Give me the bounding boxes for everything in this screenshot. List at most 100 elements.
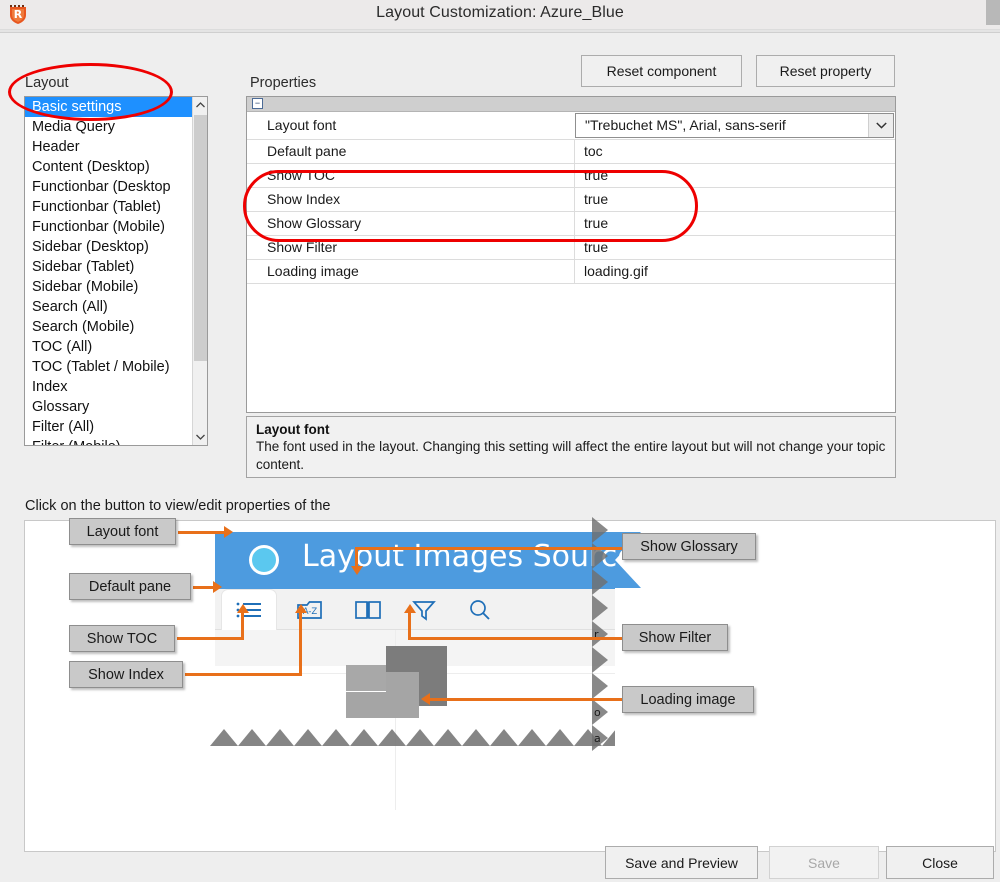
- zigzag-tooth: [592, 595, 608, 621]
- preview-edge-glyph: a: [594, 732, 601, 745]
- layout-list-item[interactable]: Basic settings: [25, 97, 193, 117]
- properties-section-label: Properties: [250, 75, 317, 91]
- layout-list-item[interactable]: Search (Mobile): [25, 317, 193, 337]
- layout-list-item[interactable]: Filter (Mobile): [25, 437, 193, 445]
- zigzag-tooth: [462, 729, 490, 746]
- property-value[interactable]: true: [575, 236, 895, 259]
- layout-list-item[interactable]: Search (All): [25, 297, 193, 317]
- property-row[interactable]: Show Filter true: [247, 236, 895, 260]
- property-description-box: Layout font The font used in the layout.…: [246, 416, 896, 478]
- connector-show-index-h: [185, 673, 301, 676]
- connector-show-filter-h: [410, 637, 622, 640]
- callout-show-toc[interactable]: Show TOC: [69, 625, 175, 652]
- connector-show-toc-arrow: [237, 604, 249, 613]
- property-row[interactable]: Layout font "Trebuchet MS", Arial, sans-s…: [247, 112, 895, 140]
- save-button: Save: [769, 846, 879, 879]
- property-row[interactable]: Show Glossary true: [247, 212, 895, 236]
- zigzag-tooth: [378, 729, 406, 746]
- reset-component-button[interactable]: Reset component: [581, 55, 742, 87]
- layout-list[interactable]: Basic settings Media Query Header Content (…: [24, 96, 208, 446]
- property-value[interactable]: toc: [575, 140, 895, 163]
- property-value[interactable]: "Trebuchet MS", Arial, sans-serif: [575, 113, 894, 138]
- layout-list-item[interactable]: Media Query: [25, 117, 193, 137]
- callout-show-filter[interactable]: Show Filter: [622, 624, 728, 651]
- layout-list-item[interactable]: Sidebar (Tablet): [25, 257, 193, 277]
- connector-show-filter-v: [408, 612, 411, 640]
- layout-list-scrollbar[interactable]: [192, 97, 207, 445]
- callout-default-pane[interactable]: Default pane: [69, 573, 191, 600]
- property-value[interactable]: true: [575, 188, 895, 211]
- scroll-down-icon[interactable]: [193, 429, 207, 445]
- property-row[interactable]: Loading image loading.gif: [247, 260, 895, 284]
- layout-list-item[interactable]: Sidebar (Mobile): [25, 277, 193, 297]
- property-value[interactable]: loading.gif: [575, 260, 895, 283]
- properties-rows: Layout font "Trebuchet MS", Arial, sans-s…: [247, 112, 895, 284]
- connector-loading-image: [430, 698, 625, 701]
- layout-list-item[interactable]: Content (Desktop): [25, 157, 193, 177]
- zigzag-tooth: [592, 647, 608, 673]
- zigzag-tooth: [210, 729, 238, 746]
- connector-show-index-arrow: [295, 604, 307, 613]
- window-scrollbar[interactable]: [986, 0, 1000, 25]
- property-name: Show Glossary: [247, 212, 575, 235]
- callout-layout-font[interactable]: Layout font: [69, 518, 176, 545]
- callout-show-glossary[interactable]: Show Glossary: [622, 533, 756, 560]
- layout-list-item[interactable]: Glossary: [25, 397, 193, 417]
- glossary-book-icon[interactable]: [351, 596, 385, 624]
- close-button[interactable]: Close: [886, 846, 994, 879]
- connector-show-index-v: [299, 612, 302, 676]
- property-row[interactable]: Default pane toc: [247, 140, 895, 164]
- scrollbar-thumb[interactable]: [194, 115, 207, 361]
- save-and-preview-button[interactable]: Save and Preview: [605, 846, 758, 879]
- layout-list-item[interactable]: Functionbar (Mobile): [25, 217, 193, 237]
- description-title: Layout font: [256, 422, 330, 437]
- search-magnifier-icon[interactable]: [463, 596, 497, 624]
- zigzag-tooth: [434, 729, 462, 746]
- zigzag-tooth: [592, 569, 608, 595]
- chevron-down-icon[interactable]: [868, 114, 893, 137]
- layout-list-item[interactable]: Functionbar (Tablet): [25, 197, 193, 217]
- connector-show-glossary-h2: [555, 547, 625, 550]
- description-body: The font used in the layout. Changing th…: [256, 439, 886, 472]
- zigzag-tooth: [592, 517, 608, 543]
- property-row[interactable]: Show Index true: [247, 188, 895, 212]
- layout-list-item[interactable]: TOC (Tablet / Mobile): [25, 357, 193, 377]
- property-value[interactable]: true: [575, 212, 895, 235]
- connector-layout-font: [178, 531, 226, 534]
- zigzag-tooth: [406, 729, 434, 746]
- zigzag-tooth: [592, 673, 608, 699]
- zigzag-tooth: [294, 729, 322, 746]
- property-value-text: "Trebuchet MS", Arial, sans-serif: [585, 117, 786, 133]
- reset-property-button[interactable]: Reset property: [756, 55, 895, 87]
- properties-group-bar: −: [247, 97, 895, 112]
- layout-list-item[interactable]: Header: [25, 137, 193, 157]
- scroll-up-icon[interactable]: [193, 97, 207, 113]
- property-name: Default pane: [247, 140, 575, 163]
- connector-show-toc-v: [241, 612, 244, 640]
- layout-list-items: Basic settings Media Query Header Content (…: [25, 97, 193, 445]
- collapse-minus-icon[interactable]: −: [252, 98, 263, 109]
- layout-list-item[interactable]: Sidebar (Desktop): [25, 237, 193, 257]
- loading-square-left-bottom: [346, 692, 386, 718]
- loading-square-left-top: [346, 665, 386, 691]
- preview-edge-glyph: o: [594, 706, 601, 719]
- property-row[interactable]: Show TOC true: [247, 164, 895, 188]
- layout-list-item[interactable]: TOC (All): [25, 337, 193, 357]
- zigzag-tooth: [518, 729, 546, 746]
- connector-loading-image-arrow: [421, 693, 430, 705]
- window-title: Layout Customization: Azure_Blue: [376, 4, 624, 21]
- loading-square-bottom-right: [386, 672, 419, 718]
- callout-show-index[interactable]: Show Index: [69, 661, 183, 688]
- layout-list-item[interactable]: Index: [25, 377, 193, 397]
- property-name: Show Index: [247, 188, 575, 211]
- property-name: Layout font: [267, 117, 337, 133]
- zigzag-tooth: [322, 729, 350, 746]
- callout-loading-image[interactable]: Loading image: [622, 686, 754, 713]
- layout-list-item[interactable]: Filter (All): [25, 417, 193, 437]
- property-value[interactable]: true: [575, 164, 895, 187]
- layout-list-item[interactable]: Functionbar (Desktop: [25, 177, 193, 197]
- property-name: Show Filter: [247, 236, 575, 259]
- connector-layout-font-arrow: [224, 526, 233, 538]
- properties-grid[interactable]: − Layout font "Trebuchet MS", Arial, sans…: [246, 96, 896, 413]
- layout-section-label: Layout: [25, 75, 69, 91]
